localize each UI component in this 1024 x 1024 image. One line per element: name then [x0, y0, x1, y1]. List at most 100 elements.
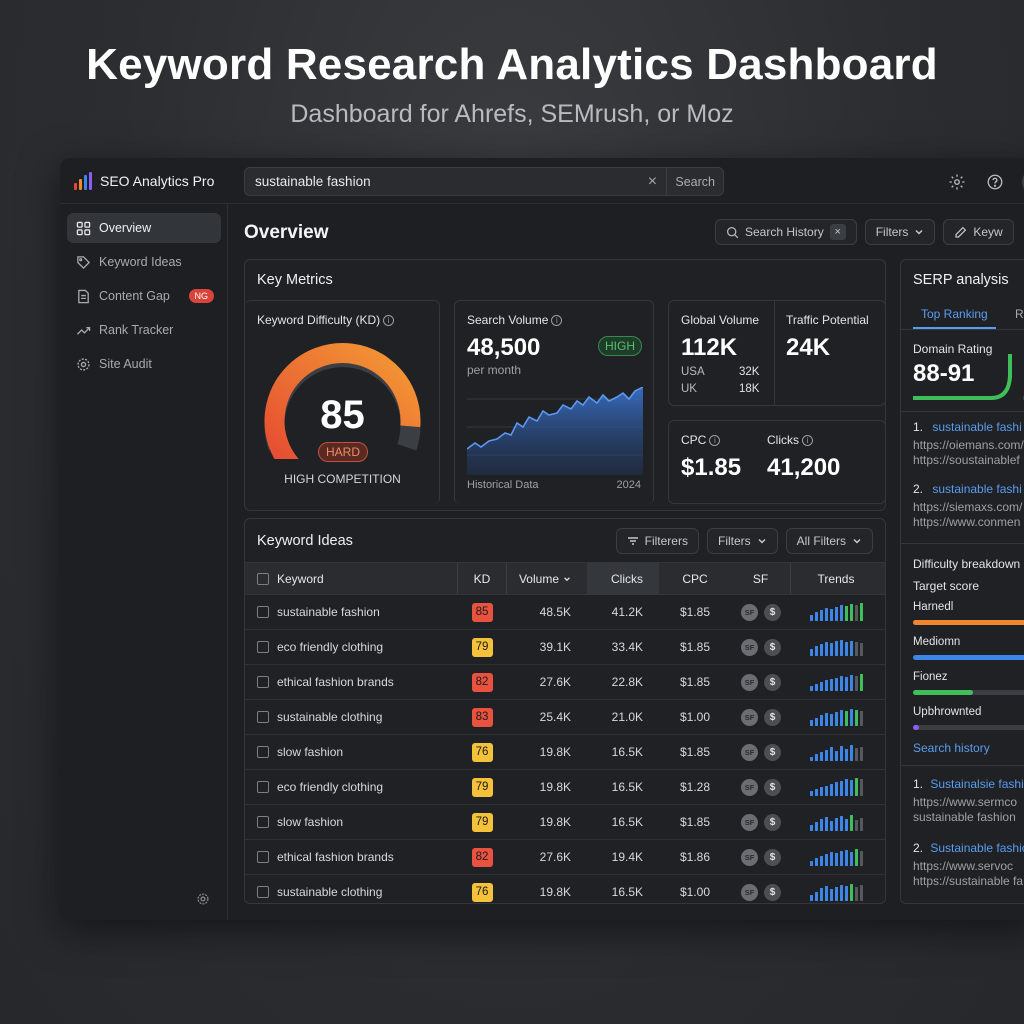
difficulty-bar-fill: [913, 725, 919, 730]
table-row[interactable]: sustainable clothing 83 25.4K 21.0K $1.00 SF $: [245, 700, 885, 735]
history-item-2[interactable]: 2. Sustainable fashic: [913, 841, 1024, 855]
difficulty-bar-label: Harnedl: [913, 601, 954, 613]
filters-button[interactable]: Filters: [706, 528, 778, 554]
table-row[interactable]: sustainable fashion 85 48.5K 41.2K $1.85 SF $: [245, 595, 885, 630]
table-row[interactable]: ethical fashion brands 82 27.6K 22.8K $1.85 S…: [245, 665, 885, 700]
search-input[interactable]: [245, 174, 639, 189]
table-row[interactable]: eco friendly clothing 79 39.1K 33.4K $1.85 SF…: [245, 630, 885, 665]
serp-result-url: https://soustainablef: [913, 453, 1020, 467]
table-row[interactable]: eco friendly clothing 79 19.8K 16.5K $1.28 SF…: [245, 770, 885, 805]
table-row[interactable]: ethical fashion brands 82 27.6K 19.4K $1.86 S…: [245, 840, 885, 875]
tab-ranking[interactable]: Ran: [1015, 307, 1024, 321]
history-item-1[interactable]: 1. Sustainalsie fashi: [913, 777, 1024, 791]
col-volume[interactable]: Volume: [507, 572, 587, 586]
keyword-cell[interactable]: sustainable clothing: [277, 885, 382, 899]
trend-bar: [834, 853, 838, 866]
pencil-icon: [955, 226, 967, 238]
row-checkbox[interactable]: [257, 676, 269, 688]
trend-bar: [824, 642, 828, 656]
hero-title: Keyword Research Analytics Dashboard: [86, 40, 938, 89]
trend-bar: [849, 852, 853, 866]
keyword-filter-buttons: Filterers Filters All Filters: [615, 528, 873, 554]
filterers-button[interactable]: Filterers: [615, 528, 699, 554]
cpc-cell: $1.86: [679, 850, 711, 864]
history-item-url: https://sustainable fa: [913, 874, 1024, 888]
sidebar-item-site-audit[interactable]: Site Audit: [67, 349, 221, 379]
trend-bar: [849, 604, 853, 621]
search-button[interactable]: Search: [666, 168, 723, 195]
keyword-cell[interactable]: ethical fashion brands: [277, 850, 394, 864]
row-checkbox[interactable]: [257, 781, 269, 793]
sidebar-item-rank-tracker[interactable]: Rank Tracker: [67, 315, 221, 345]
keyword-cell[interactable]: eco friendly clothing: [277, 780, 383, 794]
gear-icon: [77, 357, 90, 371]
global-volume-label: Global Volume: [681, 313, 760, 327]
trend-bar: [824, 854, 828, 866]
close-icon[interactable]: ×: [829, 224, 846, 240]
keyword-cell[interactable]: sustainable clothing: [277, 710, 382, 724]
kd-badge: HARD: [318, 442, 368, 462]
kd-badge: 83: [471, 707, 493, 727]
serp-feature-icon: SF: [741, 673, 758, 691]
trend-bar: [834, 641, 838, 656]
row-checkbox[interactable]: [257, 816, 269, 828]
row-checkbox[interactable]: [257, 886, 269, 898]
sidebar-item-keyword-ideas[interactable]: Keyword Ideas: [67, 247, 221, 277]
clear-icon[interactable]: ×: [638, 173, 666, 191]
clicks-value: 41,200: [767, 454, 841, 481]
keyword-cell[interactable]: eco friendly clothing: [277, 640, 383, 654]
col-kd[interactable]: KD: [457, 563, 507, 594]
brand[interactable]: SEO Analytics Pro: [74, 172, 214, 190]
trend-bar: [824, 817, 828, 831]
keyword-cell[interactable]: slow fashion: [277, 815, 343, 829]
historical-data-label: Historical Data: [467, 479, 539, 491]
filters-dropdown[interactable]: Filters: [864, 219, 936, 245]
row-checkbox[interactable]: [257, 641, 269, 653]
trend-bar: [839, 640, 843, 656]
row-checkbox[interactable]: [257, 746, 269, 758]
difficulty-bar: [913, 690, 1024, 695]
cpc-cell: $1.00: [679, 885, 711, 899]
search-history-link[interactable]: Search history: [913, 741, 990, 755]
trend-bar: [809, 615, 813, 621]
settings-gear-icon[interactable]: [946, 171, 968, 193]
kd-caption: HIGH COMPETITION: [284, 472, 401, 486]
all-filters-label: All Filters: [796, 534, 846, 548]
keyword-cell[interactable]: slow fashion: [277, 745, 343, 759]
table-row[interactable]: slow fashion 79 19.8K 16.5K $1.85 SF $: [245, 805, 885, 840]
keyword-cell[interactable]: sustainable fashion: [277, 605, 380, 619]
table-row[interactable]: sustainable clothing 76 19.8K 16.5K $1.00 SF $: [245, 875, 885, 903]
serp-result-1[interactable]: 1. sustainable fashi: [913, 420, 1022, 434]
trend-bar: [844, 677, 848, 691]
cpc-cell: $1.28: [679, 780, 711, 794]
info-icon: i: [551, 315, 563, 326]
row-checkbox[interactable]: [257, 606, 269, 618]
sidebar-item-overview[interactable]: Overview: [67, 213, 221, 243]
search-history-label: Search History: [745, 225, 824, 239]
row-checkbox[interactable]: [257, 711, 269, 723]
volume-cell: 25.4K: [539, 710, 571, 724]
row-checkbox[interactable]: [257, 851, 269, 863]
col-keyword[interactable]: Keyword: [277, 572, 324, 586]
trend-bar: [814, 789, 818, 796]
sidebar-item-content-gap[interactable]: Content Gap NG: [67, 281, 221, 311]
clicks-cell: 16.5K: [611, 780, 643, 794]
serp-result-2[interactable]: 2. sustainable fashi: [913, 482, 1022, 496]
tab-top-ranking[interactable]: Top Ranking: [913, 307, 996, 329]
col-trends[interactable]: Trends: [791, 572, 881, 586]
trend-bar: [844, 711, 848, 726]
trend-bar: [839, 885, 843, 901]
trend-bar: [809, 757, 813, 761]
help-icon[interactable]: [984, 171, 1006, 193]
table-row[interactable]: slow fashion 76 19.8K 16.5K $1.85 SF $: [245, 735, 885, 770]
col-sf[interactable]: SF: [731, 563, 791, 594]
keyword-cell[interactable]: ethical fashion brands: [277, 675, 394, 689]
chevron-down-icon: [853, 538, 861, 544]
col-cpc[interactable]: CPC: [659, 572, 731, 586]
sidebar-settings-icon[interactable]: [196, 892, 210, 906]
search-history-button[interactable]: Search History ×: [715, 219, 857, 245]
select-all-checkbox[interactable]: [257, 572, 269, 585]
keyword-button[interactable]: Keyw: [943, 219, 1014, 245]
col-clicks[interactable]: Clicks: [587, 563, 659, 594]
all-filters-button[interactable]: All Filters: [785, 528, 873, 554]
